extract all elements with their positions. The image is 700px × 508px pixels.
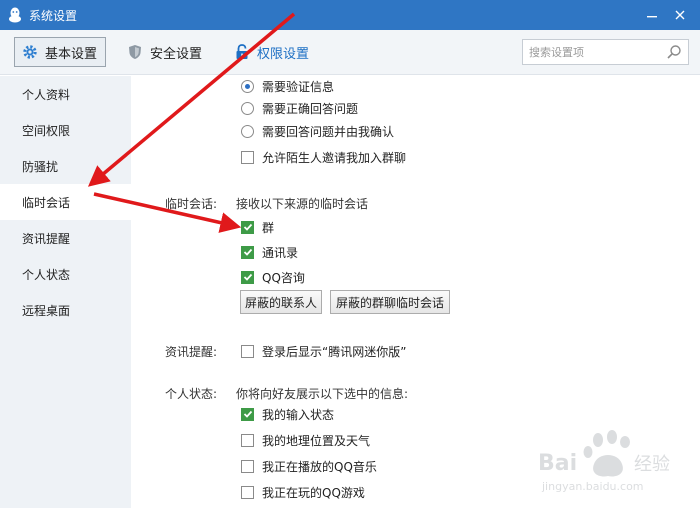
checkmark-icon bbox=[243, 223, 252, 231]
radio-answer-and-confirm[interactable]: 需要回答问题并由我确认 bbox=[241, 121, 394, 141]
option-label: 我的输入状态 bbox=[262, 407, 335, 422]
option-label: 我正在玩的QQ游戏 bbox=[262, 485, 365, 500]
lock-icon bbox=[233, 43, 251, 61]
checkbox[interactable] bbox=[241, 433, 254, 447]
baidu-jingyan-watermark: Bai 经验 jingyan.baidu.com bbox=[536, 430, 686, 496]
search-icon[interactable] bbox=[666, 44, 682, 60]
checkmark-icon bbox=[243, 273, 252, 281]
sidebar-item-label: 资讯提醒 bbox=[22, 231, 71, 246]
search-input[interactable] bbox=[529, 45, 659, 59]
option-label: 群 bbox=[262, 220, 275, 235]
title-bar: 系统设置 bbox=[0, 0, 700, 30]
radio-button[interactable] bbox=[241, 124, 254, 138]
sidebar-item-label: 防骚扰 bbox=[22, 159, 59, 174]
option-label: 需要验证信息 bbox=[262, 79, 335, 94]
checkbox-qq-music[interactable]: 我正在播放的QQ音乐 bbox=[241, 456, 377, 476]
option-label: 登录后显示“腾讯网迷你版” bbox=[262, 344, 407, 359]
section-label-status: 个人状态: bbox=[165, 387, 218, 401]
option-label: 需要正确回答问题 bbox=[262, 101, 359, 116]
tab-label: 安全设置 bbox=[150, 46, 203, 62]
option-label: 允许陌生人邀请我加入群聊 bbox=[262, 150, 407, 165]
sidebar-item-profile[interactable]: 个人资料 bbox=[0, 76, 131, 112]
checkbox-typing-status[interactable]: 我的输入状态 bbox=[241, 404, 334, 424]
sidebar-item-label: 临时会话 bbox=[22, 195, 71, 210]
option-label: 通讯录 bbox=[262, 245, 299, 260]
window-title: 系统设置 bbox=[29, 8, 78, 23]
checkbox-show-tencent-mini[interactable]: 登录后显示“腾讯网迷你版” bbox=[241, 341, 406, 361]
tab-permission-settings[interactable]: 权限设置 bbox=[233, 37, 309, 67]
sidebar-item-temp-session[interactable]: 临时会话 bbox=[0, 184, 131, 220]
svg-text:jingyan.baidu.com: jingyan.baidu.com bbox=[541, 480, 644, 493]
checkbox-allow-stranger-invite[interactable]: 允许陌生人邀请我加入群聊 bbox=[241, 147, 406, 167]
section-label-temp-session: 临时会话: bbox=[165, 197, 218, 211]
blocked-contacts-button[interactable]: 屏蔽的联系人 bbox=[240, 290, 322, 314]
checkbox[interactable] bbox=[241, 344, 254, 358]
blocked-group-sessions-button[interactable]: 屏蔽的群聊临时会话 bbox=[330, 290, 450, 314]
checkbox-group[interactable]: 群 bbox=[241, 217, 274, 237]
option-label: QQ咨询 bbox=[262, 270, 305, 285]
gear-icon bbox=[21, 43, 39, 61]
option-label: 需要回答问题并由我确认 bbox=[262, 124, 395, 139]
svg-text:Bai: Bai bbox=[538, 451, 577, 476]
checkbox[interactable] bbox=[241, 245, 254, 259]
sidebar-item-news-reminder[interactable]: 资讯提醒 bbox=[0, 220, 131, 256]
sidebar-item-anti-harassment[interactable]: 防骚扰 bbox=[0, 148, 131, 184]
checkbox-contacts[interactable]: 通讯录 bbox=[241, 242, 298, 262]
checkbox-location-weather[interactable]: 我的地理位置及天气 bbox=[241, 430, 370, 450]
checkbox-qq-game[interactable]: 我正在玩的QQ游戏 bbox=[241, 482, 365, 502]
option-label: 我正在播放的QQ音乐 bbox=[262, 459, 377, 474]
tab-label: 基本设置 bbox=[45, 46, 98, 62]
checkmark-icon bbox=[243, 410, 252, 418]
sidebar-item-label: 个人状态 bbox=[22, 267, 71, 282]
checkbox-qq-consult[interactable]: QQ咨询 bbox=[241, 267, 305, 287]
tab-label: 权限设置 bbox=[257, 46, 310, 62]
checkbox[interactable] bbox=[241, 150, 254, 164]
qq-penguin-icon bbox=[7, 7, 23, 23]
sidebar-item-remote-desktop[interactable]: 远程桌面 bbox=[0, 292, 131, 328]
radio-button[interactable] bbox=[241, 79, 254, 93]
search-box[interactable] bbox=[522, 39, 689, 65]
checkbox[interactable] bbox=[241, 407, 254, 421]
status-description: 你将向好友展示以下选中的信息: bbox=[236, 387, 409, 401]
option-label: 我的地理位置及天气 bbox=[262, 433, 371, 448]
section-label-news: 资讯提醒: bbox=[165, 345, 218, 359]
settings-sidebar: 个人资料 空间权限 防骚扰 临时会话 资讯提醒 个人状态 远程桌面 bbox=[0, 76, 131, 508]
tab-security-settings[interactable]: 安全设置 bbox=[126, 37, 202, 67]
checkbox[interactable] bbox=[241, 270, 254, 284]
temp-session-description: 接收以下来源的临时会话 bbox=[236, 197, 369, 211]
settings-toolbar: 基本设置 安全设置 权限设置 bbox=[0, 30, 700, 75]
shield-icon bbox=[126, 43, 144, 61]
sidebar-item-space-permission[interactable]: 空间权限 bbox=[0, 112, 131, 148]
tab-basic-settings[interactable]: 基本设置 bbox=[14, 37, 106, 67]
sidebar-item-label: 远程桌面 bbox=[22, 303, 71, 318]
radio-button[interactable] bbox=[241, 101, 254, 115]
sidebar-item-personal-status[interactable]: 个人状态 bbox=[0, 256, 131, 292]
checkmark-icon bbox=[243, 248, 252, 256]
svg-text:经验: 经验 bbox=[634, 454, 670, 475]
sidebar-item-label: 空间权限 bbox=[22, 123, 71, 138]
checkbox[interactable] bbox=[241, 220, 254, 234]
checkbox[interactable] bbox=[241, 459, 254, 473]
checkbox[interactable] bbox=[241, 485, 254, 499]
sidebar-item-label: 个人资料 bbox=[22, 87, 71, 102]
radio-need-correct-answer[interactable]: 需要正确回答问题 bbox=[241, 98, 358, 118]
close-button[interactable] bbox=[664, 0, 696, 30]
radio-need-verify-info[interactable]: 需要验证信息 bbox=[241, 76, 334, 96]
